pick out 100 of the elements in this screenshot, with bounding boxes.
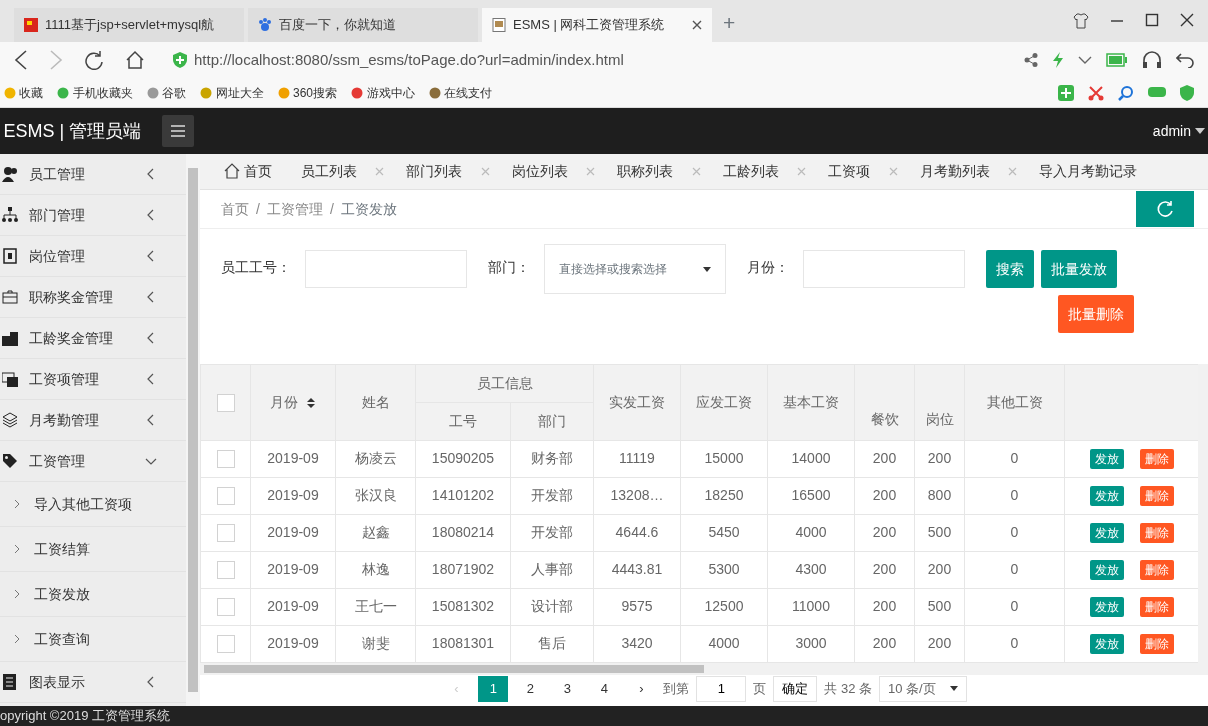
row-checkbox[interactable] bbox=[216, 524, 235, 543]
reload-icon[interactable] bbox=[84, 50, 104, 70]
table-cell: 4000 bbox=[708, 635, 740, 652]
pay-button[interactable]: 发放 bbox=[1089, 634, 1124, 655]
table-cell: 0 bbox=[1010, 561, 1019, 578]
pay-button[interactable]: 发放 bbox=[1089, 449, 1124, 470]
search-icon[interactable] bbox=[1118, 84, 1134, 101]
table-cell: 2019-09 bbox=[267, 487, 319, 504]
chevron-down-icon[interactable] bbox=[1078, 55, 1092, 65]
bookmark-link[interactable]: 360搜索 bbox=[277, 83, 338, 102]
bookmark-link[interactable]: 网址大全 bbox=[200, 83, 264, 102]
battery-icon[interactable] bbox=[1106, 53, 1128, 67]
refresh-button[interactable] bbox=[1136, 191, 1194, 228]
page-button[interactable]: 3 bbox=[552, 675, 583, 702]
browser-tab[interactable]: ESMS | 网科工资管理系统 bbox=[482, 8, 712, 42]
back-icon[interactable] bbox=[14, 50, 28, 70]
sort-icon[interactable] bbox=[306, 397, 316, 409]
shield-icon[interactable] bbox=[1180, 84, 1194, 101]
pay-button[interactable]: 发放 bbox=[1089, 486, 1124, 507]
page-tab[interactable]: 首页 bbox=[200, 154, 285, 189]
pay-button[interactable]: 发放 bbox=[1089, 560, 1124, 581]
shirt-icon[interactable] bbox=[1073, 13, 1089, 29]
caret-icon bbox=[1194, 128, 1205, 134]
department-select[interactable]: 直接选择或搜索选择 bbox=[544, 244, 726, 295]
vertical-scrollbar[interactable] bbox=[1198, 363, 1208, 675]
page-tab[interactable]: 职称列表 bbox=[601, 154, 707, 189]
page-tab[interactable]: 岗位列表 bbox=[495, 154, 601, 189]
page-tab[interactable]: 月考勤列表 bbox=[903, 154, 1023, 189]
gamepad-icon[interactable] bbox=[1148, 84, 1166, 99]
column-header: 其他工资 bbox=[986, 393, 1043, 410]
sidebar-item[interactable]: 图表显示 bbox=[0, 662, 186, 703]
breadcrumb-link[interactable]: 工资管理 bbox=[266, 198, 323, 220]
sidebar-item[interactable]: 工龄奖金管理 bbox=[0, 318, 186, 359]
page-size-select[interactable]: 10 条/页 bbox=[879, 675, 967, 702]
bookmark-link[interactable]: 手机收藏夹 bbox=[57, 83, 133, 102]
table-cell: 0 bbox=[1010, 524, 1019, 541]
add-icon[interactable] bbox=[1058, 84, 1074, 101]
bookmark-link[interactable]: 在线支付 bbox=[428, 83, 493, 102]
user-name[interactable]: admin bbox=[1152, 120, 1191, 142]
home-icon[interactable] bbox=[125, 50, 145, 70]
new-tab-button[interactable]: + bbox=[723, 7, 736, 39]
table-cell: 4300 bbox=[795, 561, 827, 578]
confirm-button[interactable]: 确定 bbox=[773, 675, 818, 702]
bookmark-link[interactable]: 谷歌 bbox=[146, 83, 186, 102]
select-all-checkbox[interactable] bbox=[216, 394, 235, 412]
page-input[interactable]: 1 bbox=[696, 675, 747, 702]
bookmark-link[interactable]: 收藏 bbox=[3, 83, 43, 102]
close-icon[interactable] bbox=[692, 20, 702, 30]
page-button[interactable]: 1 bbox=[478, 675, 509, 702]
close-icon[interactable] bbox=[1180, 13, 1194, 27]
table-cell: 14101202 bbox=[431, 487, 495, 504]
page-tab[interactable]: 导入月考勤记录 bbox=[1023, 154, 1150, 189]
table-cell: 开发部 bbox=[531, 524, 573, 541]
pay-button[interactable]: 发放 bbox=[1089, 523, 1124, 544]
lightning-icon[interactable] bbox=[1052, 52, 1064, 68]
flag-icon bbox=[24, 18, 38, 32]
maximize-icon[interactable] bbox=[1145, 13, 1159, 27]
page-button[interactable]: 4 bbox=[589, 675, 620, 702]
browser-tab[interactable]: 1111基于jsp+servlet+mysql航 bbox=[14, 8, 244, 42]
layers-icon bbox=[2, 412, 18, 428]
headphones-icon[interactable] bbox=[1142, 51, 1162, 69]
action-button[interactable]: 批量发放 bbox=[1041, 250, 1117, 289]
table-cell: 2019-09 bbox=[267, 561, 319, 578]
table-cell: 4000 bbox=[795, 524, 827, 541]
table-cell: 3420 bbox=[621, 635, 653, 652]
page-tab[interactable]: 部门列表 bbox=[390, 154, 496, 189]
field-label: 员工工号： bbox=[221, 258, 291, 278]
column-header: 岗位 bbox=[925, 410, 954, 427]
action-button[interactable]: 搜索 bbox=[986, 250, 1034, 289]
table-cell: 5300 bbox=[708, 561, 740, 578]
browser-tab[interactable]: 百度一下，你就知道 bbox=[248, 8, 478, 42]
table-cell: 0 bbox=[1010, 598, 1019, 615]
row-checkbox[interactable] bbox=[216, 487, 235, 506]
row-checkbox[interactable] bbox=[216, 450, 235, 469]
forward-icon[interactable] bbox=[49, 50, 63, 70]
menu-button[interactable] bbox=[162, 115, 195, 147]
breadcrumb-link[interactable]: 首页 bbox=[221, 198, 249, 220]
row-checkbox[interactable] bbox=[216, 598, 235, 617]
bookmark-link[interactable]: 游戏中心 bbox=[351, 83, 415, 102]
building-icon bbox=[2, 330, 18, 346]
row-checkbox[interactable] bbox=[216, 635, 235, 654]
page-tab[interactable]: 工龄列表 bbox=[706, 154, 812, 189]
undo-icon[interactable] bbox=[1176, 52, 1194, 68]
page-tab[interactable]: 员工列表 bbox=[284, 154, 390, 189]
page-icon bbox=[492, 18, 506, 32]
input-field[interactable] bbox=[305, 250, 467, 289]
table-cell: 0 bbox=[1010, 635, 1019, 652]
input-field[interactable] bbox=[803, 250, 965, 289]
pay-button[interactable]: 发放 bbox=[1089, 597, 1124, 618]
page-tab[interactable]: 工资项 bbox=[812, 154, 904, 189]
row-checkbox[interactable] bbox=[216, 561, 235, 580]
table-cell: 林逸 bbox=[361, 561, 390, 578]
scissors-icon[interactable] bbox=[1088, 84, 1104, 101]
table-cell: 200 bbox=[927, 450, 952, 467]
column-header: 餐饮 bbox=[870, 410, 899, 427]
table-cell: 财务部 bbox=[531, 450, 573, 467]
scrollbar[interactable] bbox=[186, 154, 200, 706]
page-button[interactable]: 2 bbox=[515, 675, 546, 702]
next-page-button[interactable]: › bbox=[626, 675, 657, 702]
share-icon[interactable] bbox=[1024, 53, 1038, 67]
